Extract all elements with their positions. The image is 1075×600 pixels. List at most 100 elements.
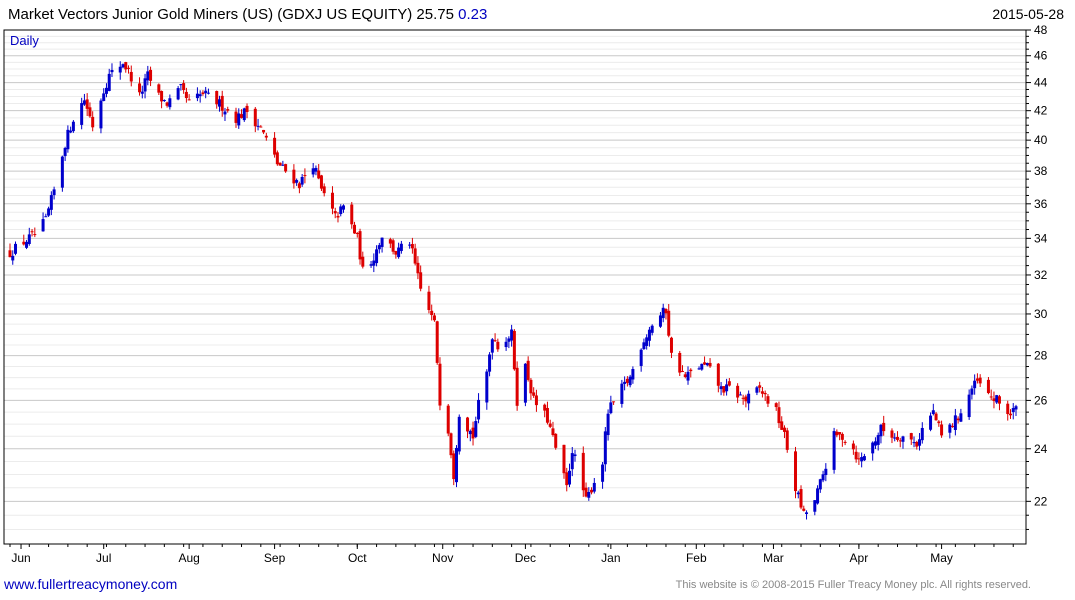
candle-body [873, 441, 877, 446]
candle-body [609, 402, 613, 414]
candle-body [485, 371, 489, 403]
candle-body [413, 248, 417, 264]
candle-body [99, 100, 103, 129]
candle-body [341, 205, 345, 210]
candle-body [623, 381, 627, 384]
candle-body [992, 398, 996, 402]
candle-body [438, 363, 442, 406]
x-tick-label: Apr [850, 551, 869, 565]
candle-body [493, 340, 497, 342]
candle-body [703, 362, 707, 365]
candle-body [206, 92, 210, 94]
candle-body [240, 114, 244, 118]
candle-body [322, 186, 326, 194]
candle-body [766, 396, 770, 404]
candle-body [201, 92, 205, 94]
x-tick-label: Feb [686, 551, 707, 565]
candle-body [760, 391, 764, 394]
site-link[interactable]: www.fullertreacymoney.com [4, 576, 177, 592]
y-tick-label: 34 [1034, 231, 1048, 245]
x-tick-label: Jan [601, 551, 620, 565]
candle-body [813, 500, 817, 512]
candle-body [427, 291, 431, 310]
candle-body [477, 399, 481, 420]
y-tick-label: 42 [1034, 104, 1048, 118]
candle-body [71, 121, 75, 132]
candle-body [774, 403, 778, 408]
candle-body [973, 380, 977, 389]
candle-body [85, 99, 89, 109]
candle-body [245, 105, 249, 113]
candle-body [912, 442, 916, 444]
candle-body [854, 451, 858, 460]
candle-body [416, 262, 420, 274]
y-tick-label: 28 [1034, 349, 1048, 363]
y-tick-label: 36 [1034, 197, 1048, 211]
y-axis: 22 24 26 28 30 32 34 36 38 40 42 44 46 48 [1026, 23, 1048, 530]
candle-body [22, 241, 26, 245]
candle-body [978, 377, 982, 384]
candle-body [573, 454, 577, 457]
candle-body [799, 489, 803, 508]
candle-body [30, 231, 34, 233]
candle-body [14, 243, 18, 254]
candle-body [782, 427, 786, 432]
candle-body [512, 330, 516, 370]
candle-body [876, 435, 880, 445]
candle-body [69, 130, 73, 133]
candle-body [592, 482, 596, 492]
candle-body [545, 407, 549, 423]
candle-body [102, 93, 106, 101]
y-tick-label: 46 [1034, 49, 1048, 63]
candle-body [297, 183, 301, 189]
candle-body [1014, 406, 1018, 410]
candle-body [1011, 408, 1015, 413]
candle-body [295, 180, 299, 183]
candle-body [882, 422, 886, 432]
candle-body [851, 443, 855, 450]
candle-body [176, 88, 180, 100]
candle-body [802, 508, 806, 511]
candle-body [860, 457, 864, 462]
candle-body [879, 424, 883, 437]
candle-body [843, 441, 847, 443]
candle-body [967, 394, 971, 418]
candle-body [796, 492, 800, 495]
candle-body [488, 354, 492, 372]
y-tick-label: 38 [1034, 164, 1048, 178]
candle-body [168, 98, 172, 108]
candle-body [292, 169, 296, 184]
candle-body [300, 176, 304, 185]
x-tick-label: Oct [348, 551, 367, 565]
candle-body [281, 164, 285, 166]
candle-body [639, 349, 643, 366]
candle-body [554, 433, 558, 448]
candles [8, 61, 1018, 520]
candle-body [794, 451, 798, 492]
candle-body [686, 371, 690, 381]
candle-body [529, 379, 533, 394]
candle-body [725, 384, 729, 392]
candle-body [736, 385, 740, 398]
candle-body [138, 83, 142, 93]
x-tick-label: Mar [763, 551, 784, 565]
candle-body [33, 234, 37, 236]
candle-body [358, 231, 362, 260]
candle-body [262, 129, 266, 133]
candle-body [986, 379, 990, 394]
candle-body [394, 250, 398, 255]
candle-body [909, 433, 913, 440]
candle-body [107, 73, 111, 91]
candle-body [838, 432, 842, 435]
candle-body [705, 362, 709, 366]
candle-body [63, 148, 67, 157]
candle-body [862, 456, 866, 461]
candle-body [606, 413, 610, 436]
candle-body [758, 385, 762, 388]
candle-body [940, 424, 944, 436]
candle-body [697, 368, 701, 370]
candle-body [195, 93, 199, 99]
candle-body [275, 152, 279, 165]
candle-body [157, 84, 161, 93]
candle-body [755, 387, 759, 393]
